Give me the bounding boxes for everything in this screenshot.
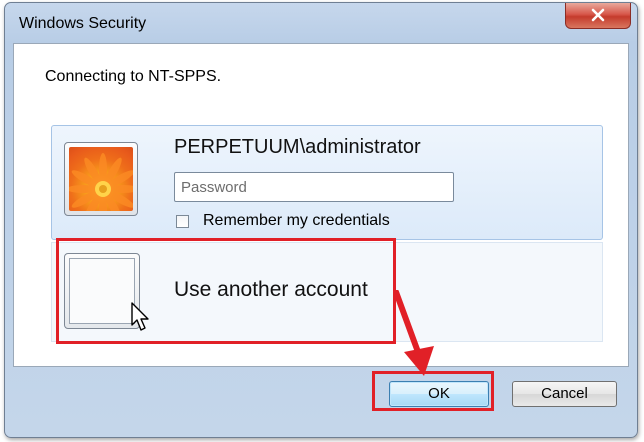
arrow-icon bbox=[393, 290, 434, 376]
cancel-button[interactable]: Cancel bbox=[512, 381, 617, 407]
password-input[interactable] bbox=[174, 172, 454, 202]
close-icon bbox=[591, 8, 605, 22]
user-name: PERPETUUM\administrator bbox=[174, 136, 421, 158]
remember-checkbox[interactable] bbox=[176, 214, 189, 228]
close-button[interactable] bbox=[565, 3, 631, 29]
remember-credentials-option[interactable]: Remember my credentials bbox=[176, 212, 390, 230]
title-bar: Windows Security bbox=[5, 3, 637, 43]
remember-label: Remember my credentials bbox=[203, 212, 390, 229]
window-title: Windows Security bbox=[19, 15, 147, 32]
windows-security-dialog: Windows Security Connecting to NT-SPPS. bbox=[4, 2, 638, 438]
annotation-highlight-account bbox=[56, 238, 396, 344]
flower-avatar-icon bbox=[69, 147, 133, 211]
connecting-message: Connecting to NT-SPPS. bbox=[45, 68, 222, 85]
credential-tile-current-user[interactable]: PERPETUUM\administrator Remember my cred… bbox=[51, 125, 603, 240]
user-avatar bbox=[64, 142, 138, 216]
